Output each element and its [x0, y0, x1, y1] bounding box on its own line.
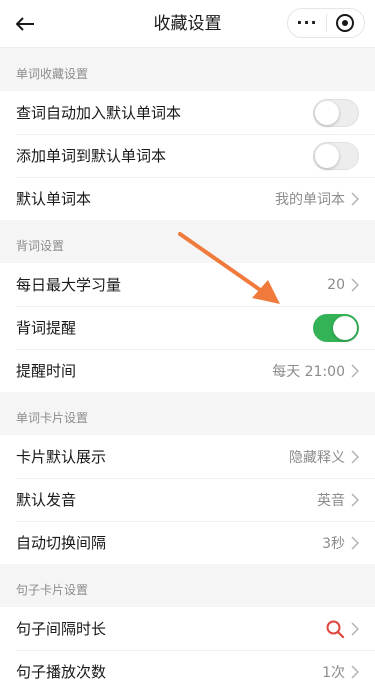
row-label: 句子间隔时长 [16, 620, 107, 638]
row-label: 句子播放次数 [16, 663, 107, 681]
close-button[interactable] [327, 13, 364, 33]
row-label: 每日最大学习量 [16, 276, 122, 294]
row-value: 英音 [317, 492, 345, 509]
more-menu-button[interactable]: ··· [288, 9, 326, 37]
section-header-word-collect: 单词收藏设置 [0, 48, 375, 91]
row-label: 添加单词到默认单词本 [16, 147, 167, 165]
toggle-knob [315, 100, 339, 125]
chevron-right-icon [351, 277, 359, 292]
section-header-word-card: 单词卡片设置 [0, 392, 375, 435]
chevron-right-icon [351, 492, 359, 507]
chevron-right-icon [351, 535, 359, 550]
row-sentence-play-count[interactable]: 句子播放次数 1次 [0, 650, 375, 690]
reminder-toggle[interactable] [313, 313, 359, 342]
section-header-memorize: 背词设置 [0, 220, 375, 263]
row-auto-switch-interval[interactable]: 自动切换间隔 3秒 [0, 521, 375, 564]
row-add-to-default[interactable]: 添加单词到默认单词本 [0, 134, 375, 177]
row-card-default-display[interactable]: 卡片默认展示 隐藏释义 [0, 435, 375, 478]
chevron-right-icon [351, 449, 359, 464]
section-header-sentence-card: 句子卡片设置 [0, 564, 375, 607]
close-circle-icon [336, 14, 355, 32]
toggle-knob [333, 315, 357, 340]
row-default-pronunciation[interactable]: 默认发音 英音 [0, 478, 375, 521]
row-value: 我的单词本 [275, 191, 345, 208]
chevron-right-icon [351, 191, 359, 206]
toggle-knob [315, 143, 339, 168]
row-value: 3秒 [322, 535, 345, 552]
chevron-right-icon [351, 621, 359, 636]
row-label: 默认发音 [16, 491, 77, 509]
row-label: 查词自动加入默认单词本 [16, 104, 182, 122]
row-default-wordbook[interactable]: 默认单词本 我的单词本 [0, 177, 375, 220]
row-reminder[interactable]: 背词提醒 [0, 306, 375, 349]
row-daily-max[interactable]: 每日最大学习量 20 [0, 263, 375, 306]
auto-add-toggle[interactable] [313, 98, 359, 127]
mini-program-capsule: ··· [287, 8, 365, 38]
add-default-toggle[interactable] [313, 141, 359, 170]
row-label: 默认单词本 [16, 190, 92, 208]
chevron-right-icon [351, 363, 359, 378]
row-label: 自动切换间隔 [16, 534, 107, 552]
chevron-right-icon [351, 664, 359, 679]
row-reminder-time[interactable]: 提醒时间 每天 21:00 [0, 349, 375, 392]
row-label: 背词提醒 [16, 319, 77, 337]
row-label: 提醒时间 [16, 362, 77, 380]
row-value: 20 [327, 276, 345, 293]
row-label: 卡片默认展示 [16, 448, 107, 466]
search-icon [326, 620, 345, 638]
row-value: 1次 [322, 664, 345, 681]
row-sentence-interval[interactable]: 句子间隔时长 [0, 607, 375, 650]
nav-bar: 收藏设置 ··· [0, 0, 375, 48]
row-value: 每天 21:00 [272, 363, 345, 380]
row-value: 隐藏释义 [289, 449, 345, 466]
row-auto-add-lookup[interactable]: 查词自动加入默认单词本 [0, 91, 375, 134]
